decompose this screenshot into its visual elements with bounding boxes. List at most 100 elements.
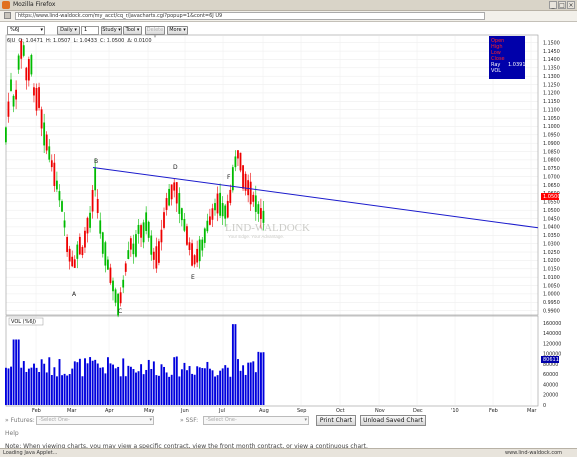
candle-body — [158, 241, 160, 263]
volume-bar — [242, 365, 245, 405]
volume-bar — [206, 361, 209, 405]
volume-bar — [25, 371, 28, 405]
help-link[interactable]: Help — [5, 430, 19, 437]
volume-axis: 1600001400001200001000008000060000400002… — [543, 321, 561, 409]
volume-bar — [191, 373, 194, 405]
candle-body — [73, 259, 76, 268]
volume-tick-label: 60000 — [543, 372, 558, 378]
volume-bar — [209, 368, 211, 405]
candle-body — [45, 134, 48, 151]
candle-body — [216, 193, 219, 214]
volume-bar — [53, 367, 56, 405]
volume-bar — [73, 361, 76, 405]
volume-bar — [211, 370, 214, 405]
candle-body — [203, 228, 206, 243]
volume-bar — [170, 374, 173, 405]
volume-bar — [147, 359, 150, 405]
candle-body — [150, 235, 153, 255]
candle-body — [81, 246, 84, 256]
volume-bar — [17, 339, 20, 405]
price-tick-label: 1.0450 — [543, 216, 560, 222]
candle-body — [198, 239, 201, 262]
volume-bar — [168, 376, 171, 405]
unload-saved-chart-button[interactable]: Unload Saved Chart — [360, 415, 426, 426]
price-panel-frame — [5, 34, 539, 316]
candle-body — [260, 208, 262, 219]
candle-body — [12, 95, 15, 107]
futures-select[interactable]: -Select One- — [36, 416, 154, 425]
volume-bar — [56, 376, 58, 405]
candle-body — [127, 250, 130, 259]
volume-bar — [119, 376, 122, 405]
ssf-select[interactable]: -Select One- — [203, 416, 309, 425]
candle-body — [254, 195, 257, 212]
candle-body — [56, 180, 58, 190]
last-volume-value: 80611 — [543, 357, 559, 363]
volume-bar — [150, 368, 153, 405]
volume-bar — [203, 368, 206, 405]
candle-body — [20, 40, 23, 59]
candle-body — [78, 236, 81, 255]
price-tick-label: 1.1050 — [543, 116, 560, 122]
price-chart[interactable]: LIND-WALDOCK Your Edge. Your Advantage. … — [0, 0, 577, 414]
candle-body — [186, 226, 188, 245]
price-tick-label: 1.1150 — [543, 99, 560, 105]
volume-bar — [112, 364, 114, 405]
volume-tick-label: 20000 — [543, 393, 558, 399]
price-tick-label: 1.1500 — [543, 40, 560, 46]
volume-bar — [249, 362, 252, 405]
price-tick-label: 1.0550 — [543, 200, 560, 206]
wave-label-d: D — [173, 164, 178, 171]
volume-bar — [188, 366, 191, 405]
price-axis: 1.1500 1.1450 1.1400 1.1350 1.1300 1.1250 1.12… — [543, 40, 560, 314]
volume-tick-label: 120000 — [543, 341, 561, 347]
candle-body — [155, 246, 158, 269]
price-tick-label: 1.1350 — [543, 66, 560, 72]
volume-bar — [38, 372, 41, 405]
volume-bar — [229, 376, 232, 405]
volume-bar — [262, 352, 265, 405]
candle-body — [61, 201, 63, 212]
candle-body — [107, 259, 109, 270]
volume-bar — [140, 364, 143, 405]
volume-tick-label: 40000 — [543, 382, 558, 388]
volume-bar — [114, 368, 117, 405]
candle-body — [147, 221, 150, 238]
volume-bar — [183, 362, 186, 405]
volume-bar — [5, 367, 7, 405]
volume-bar — [86, 363, 89, 405]
volume-bar — [58, 359, 61, 405]
volume-bar — [30, 367, 33, 405]
volume-bar — [48, 357, 51, 405]
candle-body — [183, 218, 186, 231]
candle-body — [188, 242, 191, 250]
volume-bar — [94, 359, 97, 405]
volume-bar — [107, 357, 109, 405]
volume-bar — [196, 366, 199, 405]
volume-bar — [66, 375, 69, 405]
wave-label-b: B — [94, 158, 98, 165]
candle-body — [224, 205, 227, 219]
candle-body — [30, 54, 33, 75]
price-tick-label: 1.0150 — [543, 267, 560, 273]
candle-body — [214, 203, 216, 211]
candle-body — [99, 220, 102, 234]
candle-body — [132, 243, 135, 255]
last-price-value: 1.0500 — [543, 194, 561, 200]
candle-body — [211, 208, 214, 220]
candle-body — [145, 212, 148, 231]
volume-tick-label: 140000 — [543, 331, 561, 337]
volume-bar — [10, 366, 12, 405]
volume-bar — [193, 374, 196, 405]
volume-bar — [7, 368, 10, 405]
legend-vol: VOL — [491, 68, 501, 74]
print-chart-button[interactable]: Print Chart — [316, 415, 356, 426]
volume-bar — [132, 369, 135, 405]
price-tick-label: 1.0350 — [543, 233, 560, 239]
ssf-label: » SSF: — [180, 417, 199, 424]
wave-label-c: C — [118, 308, 122, 315]
candle-body — [101, 232, 104, 254]
candle-body — [257, 204, 260, 214]
futures-label: » Futures: — [5, 417, 35, 424]
volume-bar — [43, 363, 46, 405]
